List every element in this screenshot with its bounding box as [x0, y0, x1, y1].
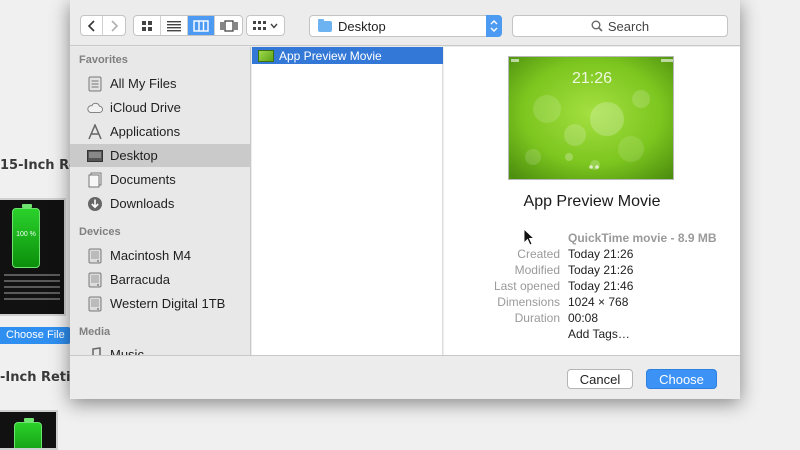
- desktop-icon: [87, 148, 103, 164]
- sidebar-item-western-digital[interactable]: Western Digital 1TB: [70, 292, 250, 315]
- arrange-button-group: [246, 15, 285, 36]
- battery-icon: [14, 418, 42, 448]
- sidebar-item-label: Documents: [110, 172, 176, 187]
- background-heading-2: -Inch Retin: [0, 370, 80, 385]
- chevron-left-icon: [87, 19, 95, 32]
- sidebar-item-applications[interactable]: Applications: [70, 120, 250, 143]
- sidebar-item-documents[interactable]: Documents: [70, 168, 250, 191]
- preview-pane: 21:26 App Preview Movie QuickTime movie …: [444, 47, 740, 355]
- dialog-footer: Cancel Choose: [70, 355, 740, 399]
- hard-drive-icon: [87, 296, 103, 312]
- dimensions-label: Dimensions: [497, 295, 560, 309]
- sidebar-item-label: Western Digital 1TB: [110, 296, 226, 311]
- sidebar-item-label: iCloud Drive: [110, 100, 181, 115]
- duration-value: 00:08: [568, 311, 599, 325]
- choose-file-button[interactable]: Choose File: [0, 327, 71, 344]
- sidebar-item-icloud-drive[interactable]: iCloud Drive: [70, 96, 250, 119]
- sidebar-item-label: Macintosh M4: [110, 248, 191, 263]
- modified-label: Modified: [514, 263, 560, 277]
- sidebar-item-all-my-files[interactable]: All My Files: [70, 72, 250, 95]
- sidebar-item-label: Music: [110, 347, 144, 355]
- coverflow-view-button[interactable]: [215, 16, 242, 35]
- duration-label: Duration: [514, 311, 560, 325]
- cancel-button[interactable]: Cancel: [567, 369, 633, 389]
- lock-screen-time: 21:26: [572, 70, 612, 87]
- hard-drive-icon: [87, 248, 103, 264]
- applications-icon: [87, 123, 103, 140]
- search-placeholder: Search: [607, 18, 650, 34]
- coverflow-view-icon: [219, 19, 238, 32]
- lock-screen-preview: 21:26: [509, 57, 673, 179]
- file-kind: QuickTime movie - 8.9 MB: [568, 231, 717, 245]
- movie-preview-thumbnail: 21:26: [508, 56, 674, 180]
- sidebar-item-label: All My Files: [110, 76, 177, 91]
- chevron-up-down-icon: [490, 20, 498, 32]
- music-icon: [87, 346, 103, 355]
- navigation-buttons: [80, 15, 126, 36]
- created-value: Today 21:26: [568, 247, 634, 261]
- sidebar-item-barracuda[interactable]: Barracuda: [70, 268, 250, 291]
- location-label: Desktop: [338, 19, 386, 34]
- add-tags-link[interactable]: Add Tags…: [568, 327, 630, 341]
- cloud-icon: [87, 100, 103, 116]
- last-opened-value: Today 21:46: [568, 279, 634, 293]
- movie-file-icon: [258, 49, 274, 62]
- view-mode-buttons: [133, 15, 243, 36]
- sidebar-section-media: Media: [79, 326, 111, 338]
- location-stepper[interactable]: [486, 15, 502, 37]
- icon-view-button[interactable]: [134, 16, 161, 35]
- thumbnail-text-lines: [4, 274, 60, 304]
- sidebar-item-music[interactable]: Music: [70, 343, 250, 355]
- mouse-cursor-icon: [523, 228, 535, 246]
- downloads-icon: [87, 196, 103, 212]
- sidebar: Favorites All My Files iCloud Drive Appl…: [70, 47, 251, 355]
- background-screenshot-thumbnail: 100 %: [0, 198, 66, 316]
- toolbar: Desktop Search: [70, 0, 740, 46]
- sidebar-item-label: Downloads: [110, 196, 175, 211]
- sidebar-item-desktop[interactable]: Desktop: [70, 144, 250, 167]
- file-row-app-preview-movie[interactable]: App Preview Movie: [252, 47, 443, 64]
- sidebar-item-downloads[interactable]: Downloads: [70, 192, 250, 215]
- preview-title: App Preview Movie: [523, 193, 661, 210]
- folder-icon: [318, 19, 332, 32]
- sidebar-item-label: Applications: [110, 124, 181, 139]
- open-file-sheet: Desktop Search Favorites All My Files iC…: [70, 0, 740, 399]
- location-popup[interactable]: Desktop: [309, 15, 502, 37]
- sidebar-section-devices: Devices: [79, 226, 121, 238]
- column-view-icon: [193, 19, 209, 32]
- list-view-button[interactable]: [161, 16, 188, 35]
- last-opened-label: Last opened: [493, 279, 560, 293]
- sidebar-item-label: Barracuda: [110, 272, 170, 287]
- created-label: Created: [517, 247, 560, 261]
- chevron-right-icon: [111, 19, 119, 32]
- list-view-icon: [167, 20, 181, 31]
- forward-button[interactable]: [103, 16, 125, 35]
- modified-value: Today 21:26: [568, 263, 634, 277]
- battery-icon: 100 %: [12, 204, 40, 268]
- background-screenshot-thumbnail-2: [0, 410, 58, 450]
- dimensions-value: 1024 × 768: [568, 295, 629, 309]
- back-button[interactable]: [81, 16, 103, 35]
- sidebar-item-macintosh-m4[interactable]: Macintosh M4: [70, 244, 250, 267]
- file-name: App Preview Movie: [279, 48, 382, 63]
- search-input[interactable]: Search: [512, 15, 728, 37]
- sidebar-item-label: Desktop: [110, 148, 158, 163]
- all-files-icon: [87, 76, 103, 92]
- hard-drive-icon: [87, 272, 103, 288]
- battery-percent: 100 %: [16, 231, 36, 238]
- documents-icon: [87, 172, 103, 188]
- arrange-button[interactable]: [247, 16, 284, 35]
- chevron-down-icon: [270, 23, 278, 29]
- search-icon: [591, 20, 603, 32]
- sidebar-section-favorites: Favorites: [79, 54, 128, 66]
- column-view-button[interactable]: [188, 16, 215, 35]
- icon-view-icon: [142, 20, 152, 31]
- background-heading: 15-Inch Re: [0, 158, 78, 173]
- arrange-grid-icon: [253, 20, 266, 30]
- file-column: App Preview Movie: [252, 47, 443, 355]
- choose-button[interactable]: Choose: [646, 369, 717, 389]
